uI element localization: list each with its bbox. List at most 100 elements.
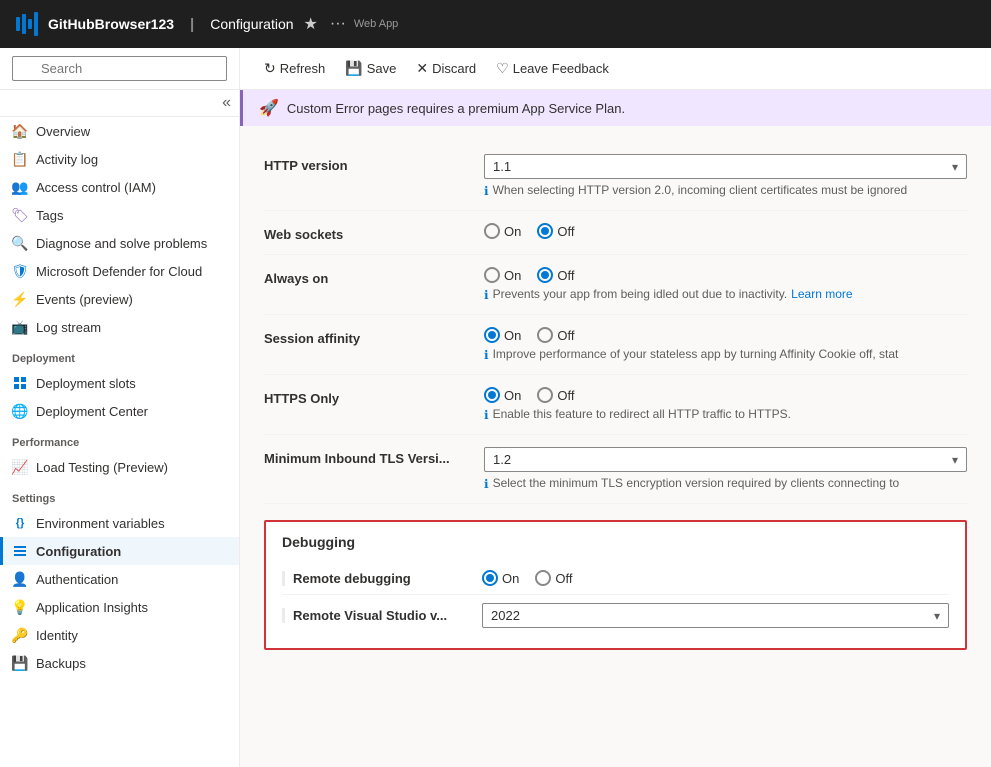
performance-section-label: Performance	[0, 425, 239, 453]
remote-debugging-on-label: On	[502, 571, 519, 586]
always-on-on-radio[interactable]	[484, 267, 500, 283]
always-on-on-option[interactable]: On	[484, 267, 521, 283]
sidebar-item-diagnose[interactable]: 🔍 Diagnose and solve problems	[0, 229, 239, 257]
always-on-off-option[interactable]: Off	[537, 267, 574, 283]
sidebar-item-deployment-center[interactable]: 🌐 Deployment Center	[0, 397, 239, 425]
collapse-icon[interactable]: «	[222, 94, 231, 112]
remote-debugging-off-option[interactable]: Off	[535, 570, 572, 586]
session-affinity-radio-group: On Off	[484, 327, 967, 343]
save-icon: 💾	[345, 60, 362, 77]
sidebar-item-identity[interactable]: 🔑 Identity	[0, 621, 239, 649]
sidebar-item-label: Deployment Center	[36, 404, 148, 419]
activity-log-icon: 📋	[12, 151, 28, 167]
refresh-button[interactable]: ↻ Refresh	[256, 56, 333, 81]
sidebar-item-backups[interactable]: 💾 Backups	[0, 649, 239, 677]
sidebar-item-activity-log[interactable]: 📋 Activity log	[0, 145, 239, 173]
sidebar-item-tags[interactable]: 🏷 Tags	[0, 201, 239, 229]
feedback-label: Leave Feedback	[513, 61, 609, 76]
http-version-hint: ℹ When selecting HTTP version 2.0, incom…	[484, 183, 967, 198]
star-icon[interactable]: ★	[304, 14, 318, 34]
discard-icon: ✕	[416, 60, 428, 77]
sidebar-item-label: Microsoft Defender for Cloud	[36, 264, 202, 279]
http-version-dropdown[interactable]: 1.1 ▾	[484, 154, 967, 179]
web-sockets-off-option[interactable]: Off	[537, 223, 574, 239]
sidebar-item-load-testing[interactable]: 📈 Load Testing (Preview)	[0, 453, 239, 481]
session-affinity-control: On Off ℹ Improve performance of your sta…	[484, 327, 967, 362]
search-input[interactable]	[12, 56, 227, 81]
sidebar-item-label: Tags	[36, 208, 63, 223]
sidebar-item-application-insights[interactable]: 💡 Application Insights	[0, 593, 239, 621]
learn-more-link[interactable]: Learn more	[791, 287, 852, 301]
sidebar-item-access-control[interactable]: 👥 Access control (IAM)	[0, 173, 239, 201]
discard-button[interactable]: ✕ Discard	[408, 56, 484, 81]
web-sockets-row: Web sockets On Off	[264, 211, 967, 255]
min-tls-control: 1.2 ▾ ℹ Select the minimum TLS encryptio…	[484, 447, 967, 491]
always-on-hint-text: Prevents your app from being idled out d…	[493, 287, 788, 301]
sidebar-item-label: Application Insights	[36, 600, 148, 615]
sidebar-item-log-stream[interactable]: 📺 Log stream	[0, 313, 239, 341]
remote-debugging-off-radio[interactable]	[535, 570, 551, 586]
sidebar-item-label: Access control (IAM)	[36, 180, 156, 195]
info-icon: ℹ	[484, 348, 489, 362]
sidebar-item-label: Identity	[36, 628, 78, 643]
sidebar-item-deployment-slots[interactable]: Deployment slots	[0, 369, 239, 397]
authentication-icon: 👤	[12, 571, 28, 587]
session-affinity-off-radio[interactable]	[537, 327, 553, 343]
session-affinity-on-radio[interactable]	[484, 327, 500, 343]
sidebar-item-configuration[interactable]: Configuration	[0, 537, 239, 565]
always-on-off-radio[interactable]	[537, 267, 553, 283]
sidebar-item-label: Load Testing (Preview)	[36, 460, 168, 475]
http-version-label: HTTP version	[264, 154, 484, 173]
settings-section-label: Settings	[0, 481, 239, 509]
page-title: Configuration	[210, 16, 293, 32]
discard-label: Discard	[432, 61, 476, 76]
chevron-down-icon: ▾	[952, 453, 958, 467]
sidebar-item-events[interactable]: ⚡ Events (preview)	[0, 285, 239, 313]
min-tls-label: Minimum Inbound TLS Versi...	[264, 447, 484, 466]
session-affinity-on-option[interactable]: On	[484, 327, 521, 343]
load-testing-icon: 📈	[12, 459, 28, 475]
https-only-label: HTTPS Only	[264, 387, 484, 406]
min-tls-value: 1.2	[493, 452, 511, 467]
https-only-off-radio[interactable]	[537, 387, 553, 403]
sidebar-item-environment-variables[interactable]: {} Environment variables	[0, 509, 239, 537]
sidebar-item-defender[interactable]: 🛡 Microsoft Defender for Cloud	[0, 257, 239, 285]
web-sockets-label: Web sockets	[264, 223, 484, 242]
save-button[interactable]: 💾 Save	[337, 56, 404, 81]
web-sockets-off-label: Off	[557, 224, 574, 239]
debugging-title: Debugging	[282, 534, 949, 550]
http-version-value: 1.1	[493, 159, 511, 174]
session-affinity-off-option[interactable]: Off	[537, 327, 574, 343]
min-tls-dropdown[interactable]: 1.2 ▾	[484, 447, 967, 472]
web-sockets-on-option[interactable]: On	[484, 223, 521, 239]
min-tls-row: Minimum Inbound TLS Versi... 1.2 ▾ ℹ Sel…	[264, 435, 967, 504]
remote-vs-value: 2022	[491, 608, 520, 623]
https-only-on-radio[interactable]	[484, 387, 500, 403]
identity-icon: 🔑	[12, 627, 28, 643]
sidebar-item-label: Diagnose and solve problems	[36, 236, 207, 251]
refresh-label: Refresh	[280, 61, 326, 76]
remote-vs-dropdown[interactable]: 2022 ▾	[482, 603, 949, 628]
backups-icon: 💾	[12, 655, 28, 671]
remote-debugging-label: Remote debugging	[282, 571, 482, 586]
https-only-on-option[interactable]: On	[484, 387, 521, 403]
sidebar-item-label: Activity log	[36, 152, 98, 167]
top-bar-actions[interactable]: ★ ···	[304, 14, 346, 34]
save-label: Save	[367, 61, 397, 76]
configuration-icon	[12, 543, 28, 559]
sidebar-search-area: 🔍	[0, 48, 239, 90]
web-sockets-on-radio[interactable]	[484, 223, 500, 239]
more-icon[interactable]: ···	[330, 15, 346, 33]
separator: |	[190, 16, 194, 33]
remote-vs-label: Remote Visual Studio v...	[282, 608, 482, 623]
remote-debugging-off-label: Off	[555, 571, 572, 586]
remote-debugging-on-radio[interactable]	[482, 570, 498, 586]
feedback-button[interactable]: ♡ Leave Feedback	[488, 56, 617, 81]
sidebar-item-label: Overview	[36, 124, 90, 139]
app-name: GitHubBrowser123	[48, 16, 174, 32]
sidebar-item-overview[interactable]: 🏠 Overview	[0, 117, 239, 145]
sidebar-item-authentication[interactable]: 👤 Authentication	[0, 565, 239, 593]
remote-debugging-on-option[interactable]: On	[482, 570, 519, 586]
https-only-off-option[interactable]: Off	[537, 387, 574, 403]
web-sockets-off-radio[interactable]	[537, 223, 553, 239]
